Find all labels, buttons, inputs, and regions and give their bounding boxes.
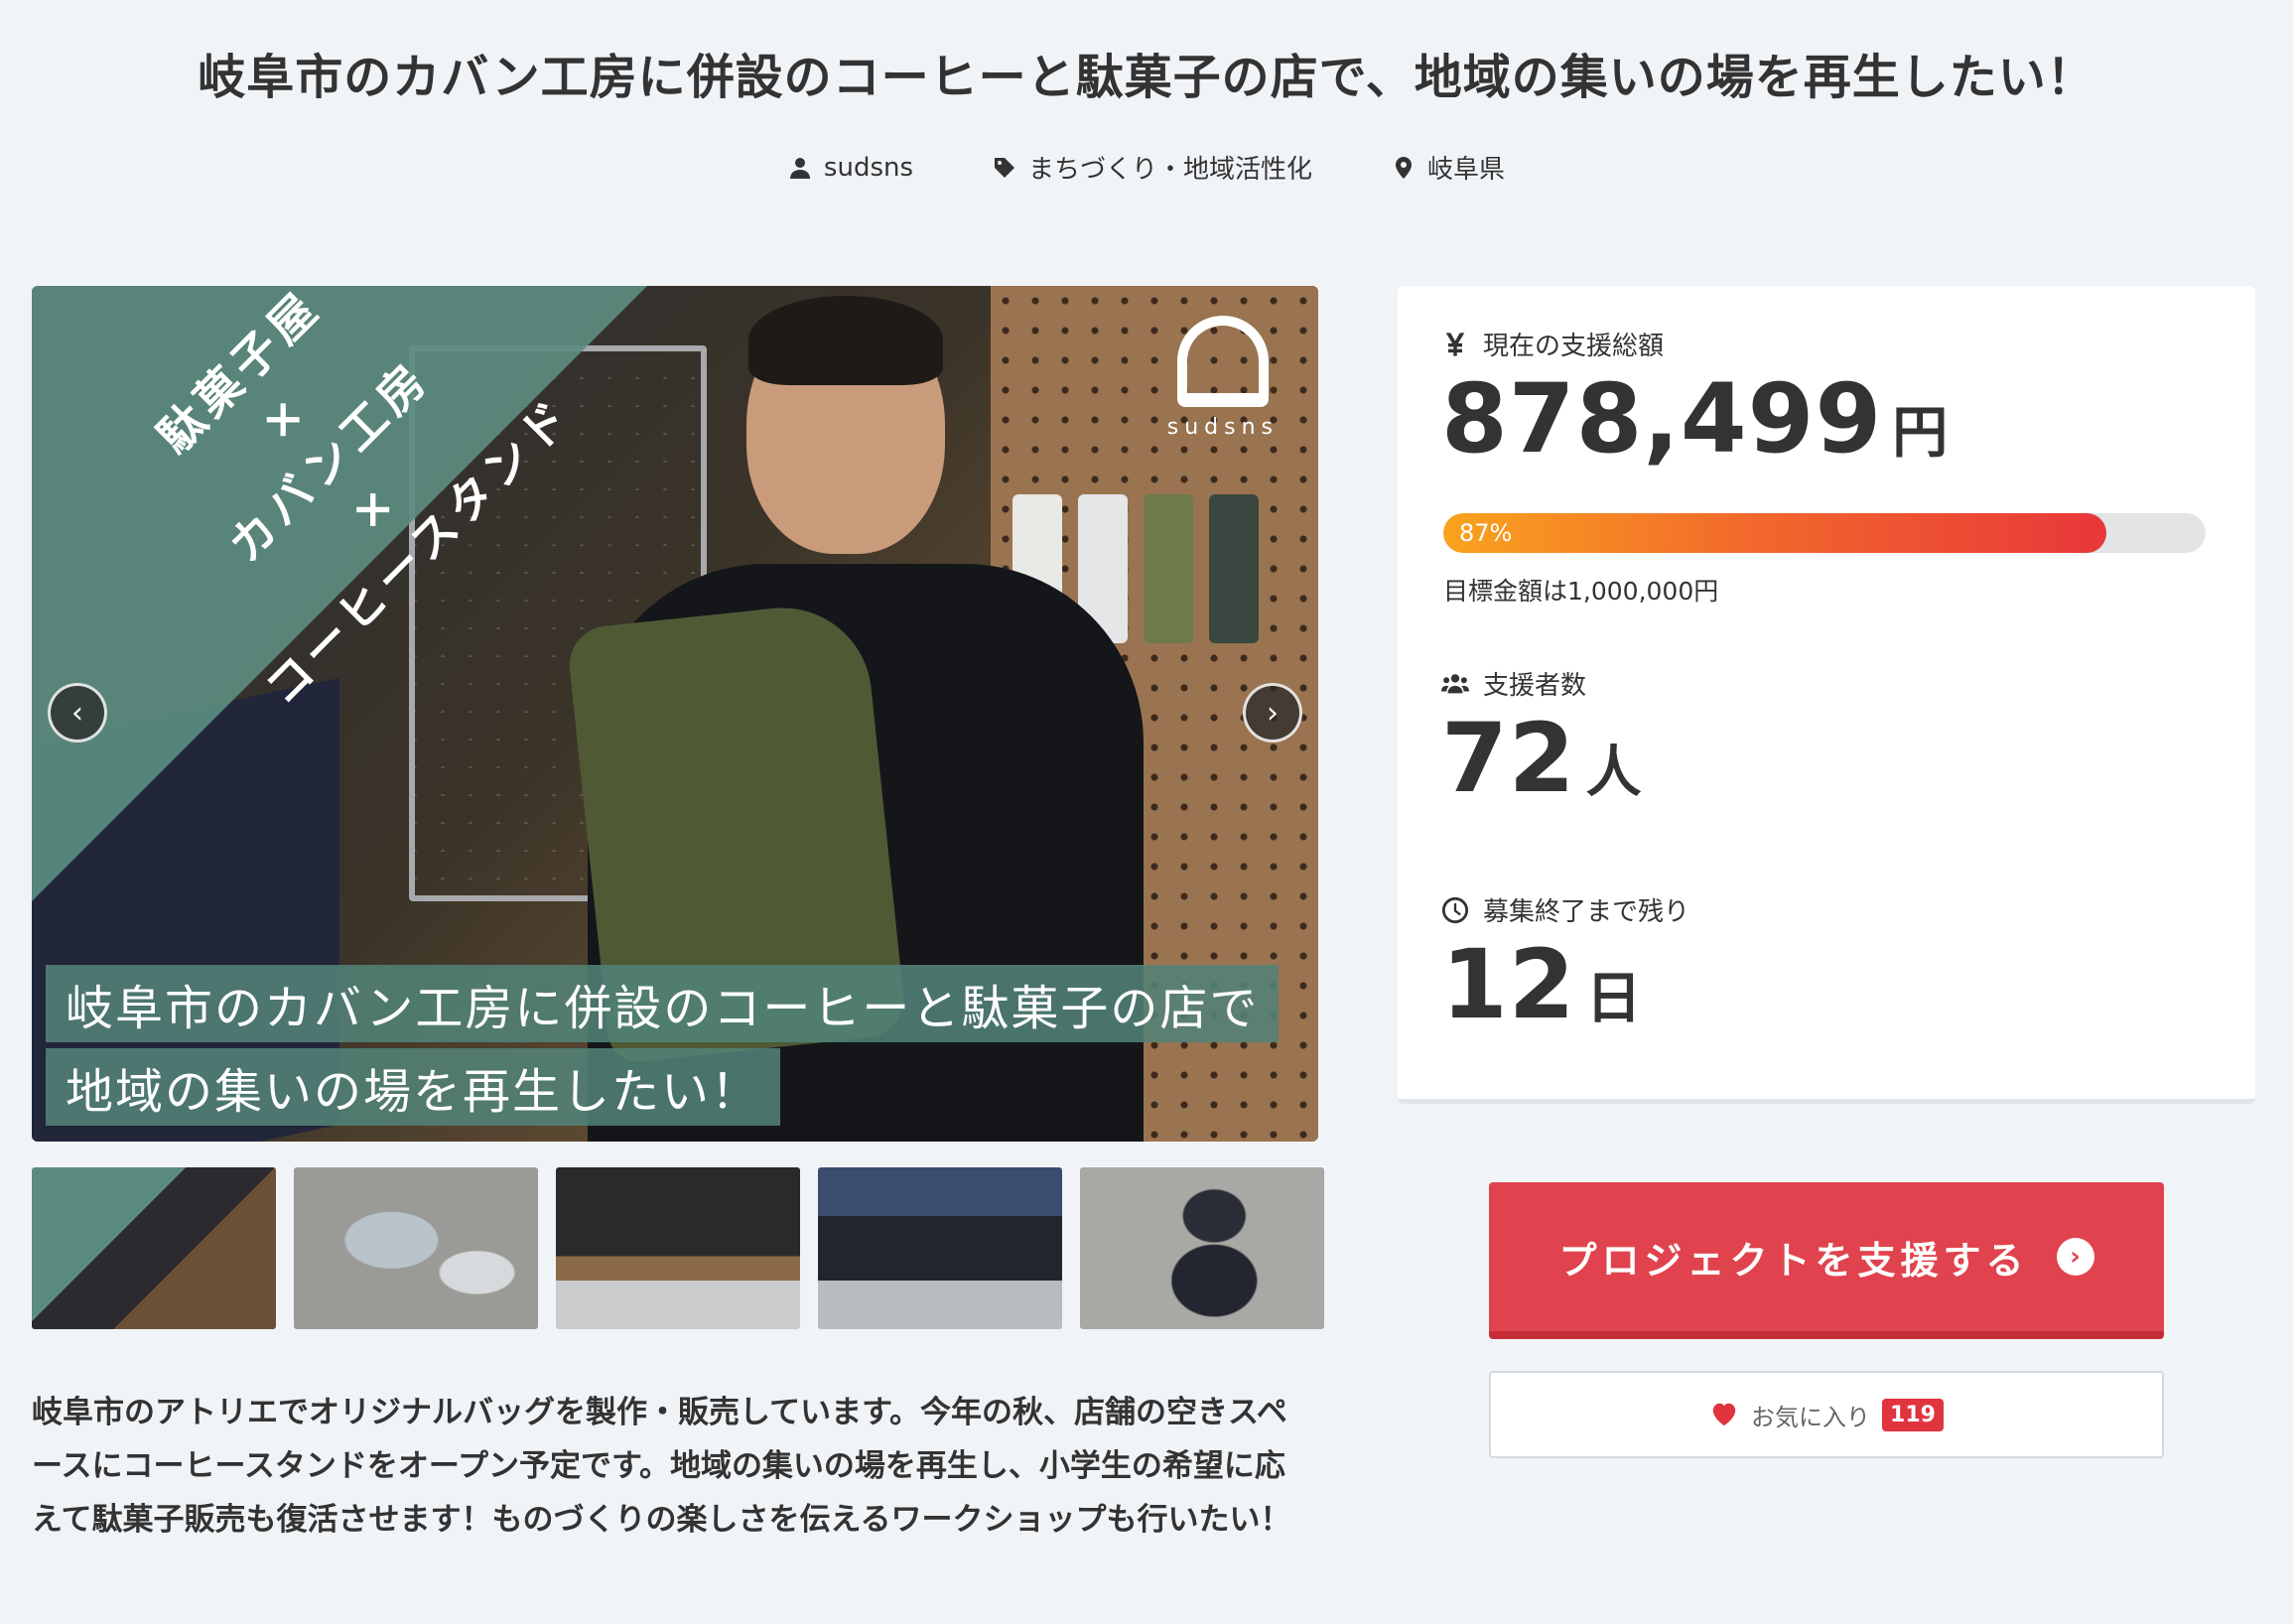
thumbnail-2[interactable] — [294, 1167, 538, 1329]
stats-card: 現在の支援総額 878,499 円 87% 目標金額は1,000,000円 支援… — [1398, 286, 2255, 1104]
chevron-right-circle-icon: › — [2056, 1238, 2094, 1276]
remaining-days-unit: 日 — [1585, 967, 1642, 1031]
total-amount-unit: 円 — [1892, 401, 1949, 466]
thumbnail-1[interactable] — [32, 1167, 276, 1329]
category-link[interactable]: まちづくり・地域活性化 — [993, 149, 1312, 186]
backers-count-value: 72 — [1441, 703, 1576, 814]
remaining-days-value: 12 — [1441, 929, 1576, 1040]
backers-label: 支援者数 — [1441, 665, 1586, 702]
favorite-label: お気に入り — [1751, 1403, 1871, 1431]
brand-mark-icon — [1176, 316, 1269, 407]
owner-link[interactable]: sudsns — [788, 149, 913, 186]
location-link[interactable]: 岐阜県 — [1392, 149, 1505, 186]
map-pin-icon — [1396, 156, 1413, 179]
hero-image: 駄菓子屋 × カバン工房 × コーヒースタンド sudsns 岐阜市のカバン工房… — [32, 286, 1318, 1142]
clock-icon — [1441, 896, 1469, 923]
backers-count: 72 人 — [1441, 703, 1642, 814]
carousel-next-button[interactable]: › — [1243, 683, 1302, 743]
location-name: 岐阜県 — [1427, 155, 1506, 185]
thumbnail-4[interactable] — [818, 1167, 1062, 1329]
support-button-label: プロジェクトを支援する — [1558, 1238, 2029, 1283]
person-hair — [748, 296, 943, 385]
support-project-button[interactable]: プロジェクトを支援する › — [1489, 1182, 2164, 1339]
carousel-prev-button[interactable]: ‹ — [48, 683, 107, 743]
thumbnail-3[interactable] — [556, 1167, 800, 1329]
owner-name: sudsns — [823, 152, 914, 183]
funding-progress-bar: 87% — [1443, 513, 2206, 553]
project-summary: 岐阜市のアトリエでオリジナルバッグを製作・販売しています。今年の秋、店舗の空きス… — [32, 1395, 1291, 1538]
total-amount-value: 878,499 — [1441, 363, 1883, 474]
page-title: 岐阜市のカバン工房に併設のコーヒーと駄菓子の店で、地域の集いの場を再生したい！ — [198, 50, 2095, 105]
remaining-days: 12 日 — [1441, 929, 1642, 1040]
favorite-count-badge: 119 — [1882, 1398, 1944, 1431]
users-icon — [1441, 673, 1469, 693]
chevron-right-icon: › — [1267, 695, 1279, 731]
heart-icon — [1712, 1403, 1736, 1426]
total-amount-label: 現在の支援総額 — [1441, 326, 1664, 362]
goal-amount: 目標金額は1,000,000円 — [1443, 577, 1719, 606]
chevron-left-icon: ‹ — [71, 695, 83, 731]
project-meta: sudsns まちづくり・地域活性化 岐阜県 — [0, 149, 2293, 186]
yen-icon — [1445, 332, 1465, 356]
brand-logo: sudsns — [1167, 316, 1279, 440]
category-name: まちづくり・地域活性化 — [1028, 155, 1313, 185]
hero-caption-line1: 岐阜市のカバン工房に併設のコーヒーと駄菓子の店で — [46, 965, 1280, 1042]
funding-progress-fill: 87% — [1443, 513, 2107, 553]
thumbnail-strip — [32, 1167, 1324, 1329]
hero-caption-line2: 地域の集いの場を再生したい！ — [46, 1048, 781, 1126]
remaining-label: 募集終了まで残り — [1441, 891, 1689, 928]
thumbnail-5[interactable] — [1080, 1167, 1324, 1329]
tag-icon — [995, 157, 1015, 178]
user-icon — [789, 157, 810, 179]
total-amount: 878,499 円 — [1441, 363, 1948, 474]
favorite-button[interactable]: お気に入り 119 — [1489, 1371, 2164, 1458]
backers-count-unit: 人 — [1585, 741, 1642, 805]
brand-name: sudsns — [1166, 415, 1279, 440]
